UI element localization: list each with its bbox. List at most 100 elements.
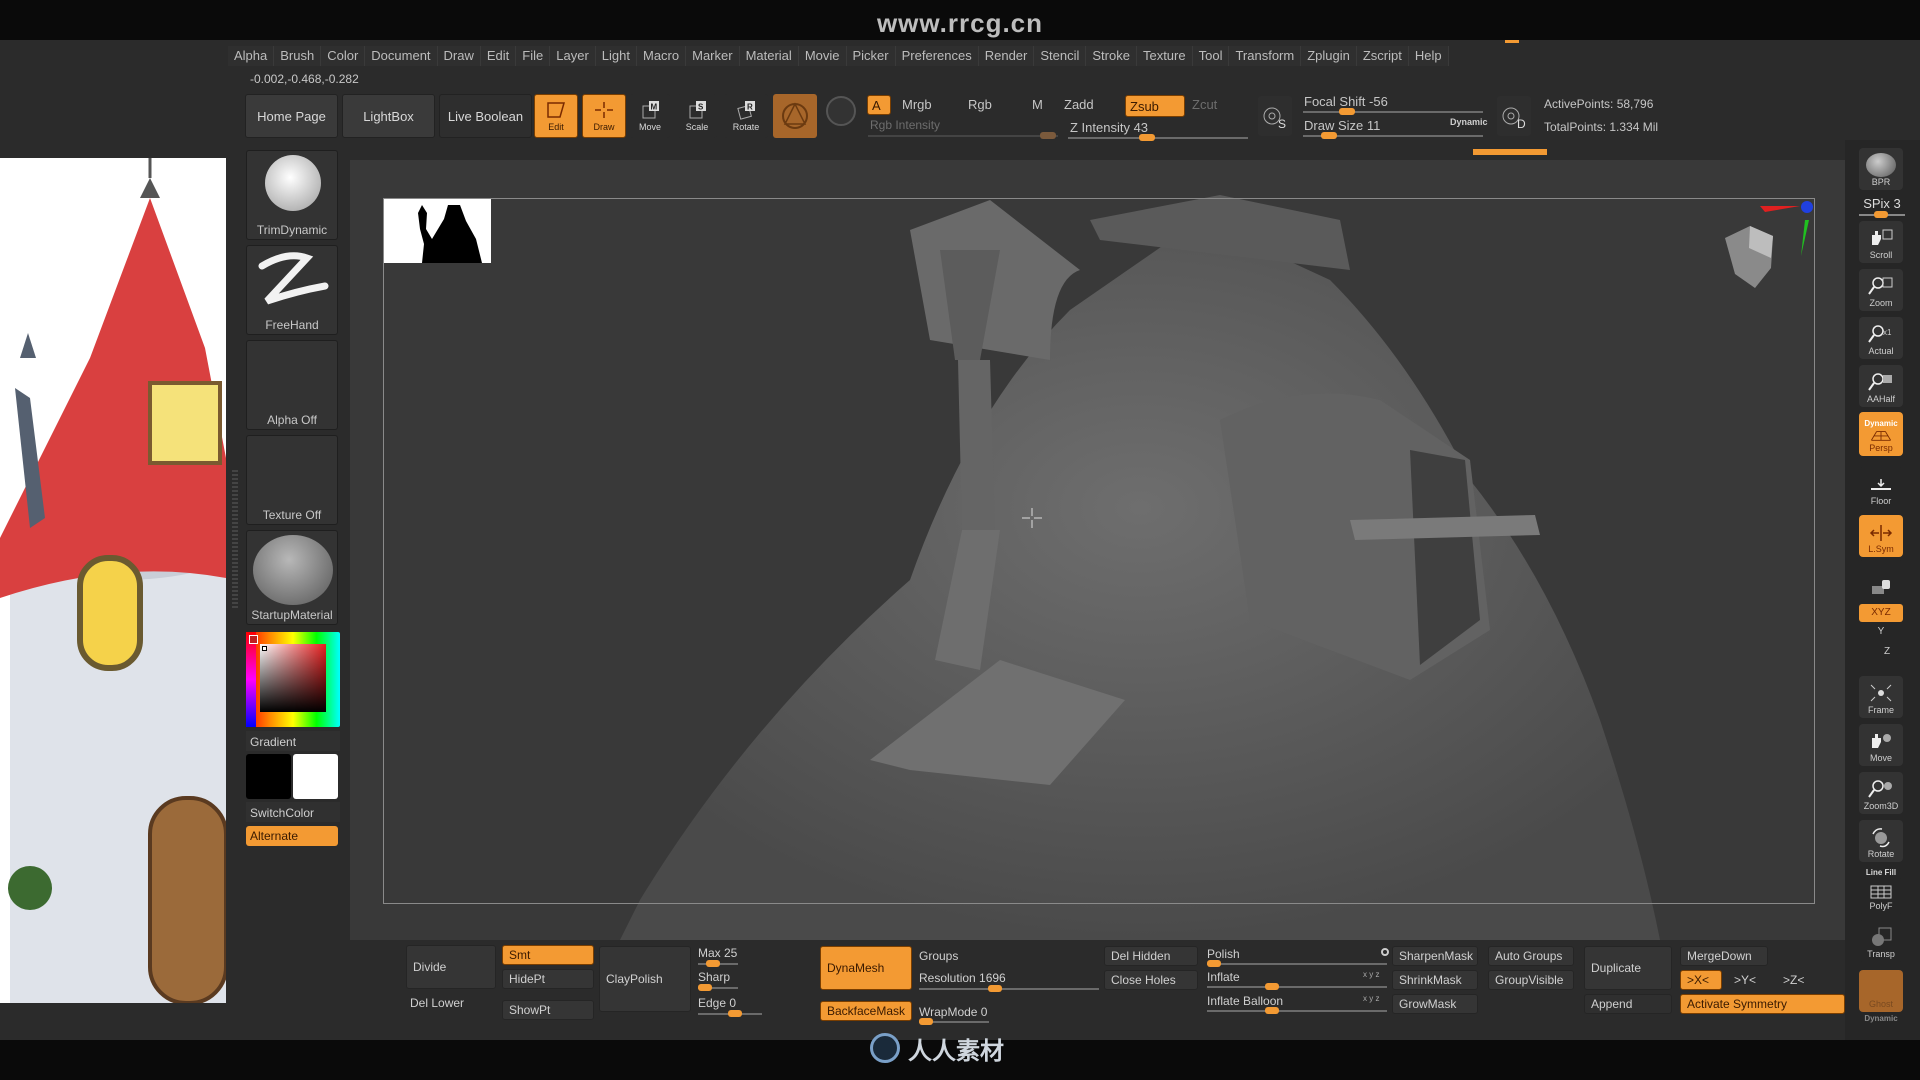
menu-movie[interactable]: Movie [798,46,847,66]
inflate-balloon-knob[interactable] [1265,1007,1279,1014]
inflate-slider[interactable] [1207,983,1387,990]
floor-button[interactable]: Floor [1859,467,1903,509]
edit-button[interactable]: Edit [534,94,578,138]
scale-button[interactable]: S Scale [677,94,717,138]
menu-color[interactable]: Color [321,46,366,66]
solo-sphere-icon[interactable] [826,96,856,126]
draw-size-knob[interactable] [1321,132,1338,139]
lightbox-button[interactable]: LightBox [342,94,435,138]
zcut-button[interactable]: Zcut [1192,97,1217,112]
menu-material[interactable]: Material [739,46,799,66]
menu-edit[interactable]: Edit [480,46,517,66]
menu-macro[interactable]: Macro [636,46,687,66]
texture-selector[interactable]: Texture Off [246,435,338,525]
z-intensity-knob[interactable] [1138,134,1155,141]
m-button[interactable]: M [1032,97,1043,112]
gyro-sphere-button[interactable] [773,94,817,138]
inflate-knob[interactable] [1265,983,1279,990]
rotate-z-button[interactable]: Z [1865,646,1909,662]
draw-size-slider[interactable] [1303,132,1483,139]
polyf-button[interactable]: PolyF [1859,878,1903,914]
color-saturation-square[interactable] [260,644,326,712]
material-selector[interactable]: StartupMaterial [246,530,338,625]
resolution-knob[interactable] [987,985,1002,992]
spix-knob[interactable] [1874,211,1888,218]
menu-light[interactable]: Light [595,46,637,66]
a-button[interactable]: A [867,95,891,115]
switch-color-button[interactable]: SwitchColor [246,802,340,822]
growmask-button[interactable]: GrowMask [1392,994,1478,1014]
live-boolean-button[interactable]: Live Boolean [439,94,532,138]
close-holes-button[interactable]: Close Holes [1104,970,1198,990]
inflate-axis-toggles[interactable]: x y z [1363,970,1379,979]
hidept-button[interactable]: HidePt [502,969,594,989]
gradient-toggle[interactable]: Gradient [246,731,340,751]
polish-knob[interactable] [1207,960,1221,967]
zadd-button[interactable]: Zadd [1064,97,1094,112]
groupvisible-button[interactable]: GroupVisible [1488,970,1574,990]
max-slider[interactable] [698,960,738,967]
sharp-knob[interactable] [698,984,712,991]
claypolish-button[interactable]: ClayPolish [599,946,691,1012]
secondary-color-swatch[interactable] [246,754,291,799]
inflate-balloon-axis-toggles[interactable]: x y z [1363,994,1379,1003]
menu-preferences[interactable]: Preferences [895,46,979,66]
max-knob[interactable] [706,960,720,967]
symmetry-y-toggle[interactable]: >Y< [1734,973,1756,987]
backfacemask-button[interactable]: BackfaceMask [820,1001,912,1021]
mergedown-button[interactable]: MergeDown [1680,946,1768,966]
spix-slider[interactable] [1859,211,1905,218]
menu-render[interactable]: Render [978,46,1035,66]
zoom3d-button[interactable]: Zoom3D [1859,772,1903,814]
symmetry-z-toggle[interactable]: >Z< [1783,973,1804,987]
auto-groups-button[interactable]: Auto Groups [1488,946,1574,966]
del-hidden-button[interactable]: Del Hidden [1104,946,1198,966]
symmetry-x-toggle[interactable]: >X< [1680,970,1722,990]
menu-help[interactable]: Help [1408,46,1449,66]
rotate-button[interactable]: R Rotate [724,94,768,138]
sharpenmask-button[interactable]: SharpenMask [1392,946,1478,966]
rgb-intensity-slider[interactable] [868,132,1058,139]
actual-button[interactable]: x1 Actual [1859,317,1903,359]
edge-knob[interactable] [728,1010,742,1017]
sculptris-d-button[interactable]: D [1497,96,1531,136]
inflate-balloon-slider[interactable] [1207,1007,1387,1014]
activate-symmetry-button[interactable]: Activate Symmetry [1680,994,1845,1014]
home-page-button[interactable]: Home Page [245,94,338,138]
scroll-button[interactable]: Scroll [1859,221,1903,263]
duplicate-button[interactable]: Duplicate [1584,946,1672,990]
frame-button[interactable]: Frame [1859,676,1903,718]
color-cursor[interactable] [262,646,267,651]
focal-shift-slider[interactable] [1303,108,1483,115]
menu-file[interactable]: File [516,46,551,66]
stroke-selector[interactable]: FreeHand [246,245,338,335]
z-intensity-slider[interactable] [1068,134,1248,141]
transp-button[interactable]: Transp [1859,920,1903,962]
move-view-button[interactable]: Move [1859,724,1903,766]
rotate-xyz-button[interactable]: XYZ [1859,604,1903,622]
draw-button[interactable]: Draw [582,94,626,138]
menu-zplugin[interactable]: Zplugin [1301,46,1357,66]
wrapmode-knob[interactable] [919,1018,933,1025]
polish-mode-toggle[interactable] [1381,948,1389,956]
menu-stencil[interactable]: Stencil [1034,46,1087,66]
aahalf-button[interactable]: AAHalf [1859,365,1903,407]
menu-draw[interactable]: Draw [437,46,481,66]
alternate-button[interactable]: Alternate [246,826,338,846]
ghost-button[interactable]: Ghost [1859,970,1903,1012]
menu-tool[interactable]: Tool [1192,46,1230,66]
dynamic-size-toggle[interactable]: Dynamic [1450,117,1488,127]
rotate-y-button[interactable]: Y [1859,626,1903,642]
focal-shift-knob[interactable] [1339,108,1356,115]
zoom-button[interactable]: Zoom [1859,269,1903,311]
divide-button[interactable]: Divide [406,945,496,989]
left-panel-scroll-handle[interactable] [232,470,238,610]
brush-selector[interactable]: TrimDynamic [246,150,338,240]
rgb-button[interactable]: Rgb [968,97,992,112]
move-button[interactable]: M Move [630,94,670,138]
menu-stroke[interactable]: Stroke [1086,46,1137,66]
alpha-selector[interactable]: Alpha Off [246,340,338,430]
menu-transform[interactable]: Transform [1229,46,1302,66]
mrgb-button[interactable]: Mrgb [902,97,932,112]
polish-slider[interactable] [1207,960,1387,967]
